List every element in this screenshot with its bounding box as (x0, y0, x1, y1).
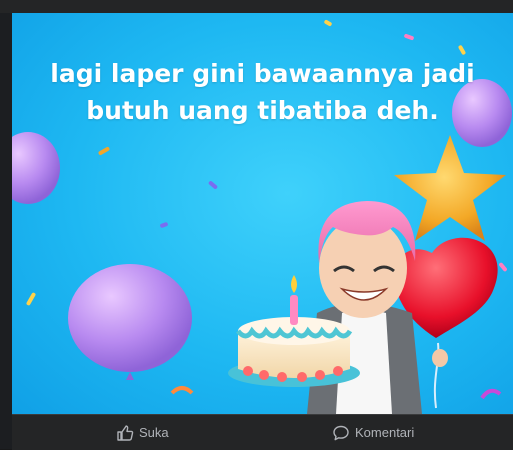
post-card: lagi laper gini bawaannya jadi butuh uan… (0, 0, 513, 450)
thumbs-up-icon (116, 424, 134, 442)
like-button[interactable]: Suka (116, 415, 169, 450)
birthday-post-image[interactable]: lagi laper gini bawaannya jadi butuh uan… (12, 13, 513, 414)
balloon-big (68, 264, 192, 372)
caption-line-2: butuh uang tibatiba deh. (86, 96, 439, 125)
comment-label: Komentari (355, 425, 415, 440)
caption-line-1: lagi laper gini bawaannya jadi (50, 59, 475, 88)
post-action-bar: Suka Komentari (12, 414, 513, 450)
comment-button[interactable]: Komentari (332, 415, 414, 450)
post-caption: lagi laper gini bawaannya jadi butuh uan… (12, 55, 513, 129)
post-header-strip (0, 0, 513, 13)
star-balloon (394, 135, 506, 241)
speech-bubble-icon (332, 424, 350, 442)
like-label: Suka (139, 425, 169, 440)
balloon-left (12, 132, 60, 204)
